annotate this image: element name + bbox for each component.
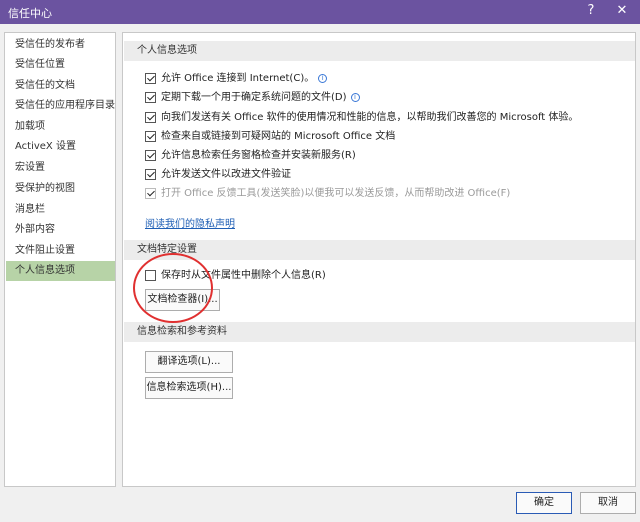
sidebar-item-privacy-options[interactable]: 个人信息选项	[6, 261, 115, 281]
info-icon[interactable]: i	[350, 93, 360, 102]
document-settings-heading: 文档特定设置	[124, 240, 635, 260]
ok-button[interactable]: 确定	[516, 492, 572, 514]
checkbox[interactable]	[145, 73, 156, 84]
checkbox[interactable]	[145, 112, 156, 123]
option-label: 向我们发送有关 Office 软件的使用情况和性能的信息，以帮助我们改善您的 M…	[161, 112, 579, 123]
help-icon[interactable]: ?	[583, 3, 599, 19]
checkbox	[145, 188, 156, 199]
sidebar: 受信任的发布者 受信任位置 受信任的文档 受信任的应用程序目录 加载项 Acti…	[4, 32, 116, 487]
checkbox[interactable]	[145, 131, 156, 142]
privacy-statement-link[interactable]: 阅读我们的隐私声明	[145, 215, 235, 230]
checkbox[interactable]	[145, 150, 156, 161]
main-panel: 个人信息选项 允许 Office 连接到 Internet(C)。 i 定期下载一…	[122, 32, 636, 487]
info-icon[interactable]: i	[318, 74, 328, 83]
translation-options-button[interactable]: 翻译选项(L)...	[145, 351, 233, 373]
sidebar-item-trusted-app-catalogs[interactable]: 受信任的应用程序目录	[6, 96, 115, 116]
trust-center-dialog: 信任中心 ? ✕ 受信任的发布者 受信任位置 受信任的文档 受信任的应用程序目录…	[0, 0, 640, 522]
window-title: 信任中心	[8, 7, 52, 20]
sidebar-item-external-content[interactable]: 外部内容	[6, 220, 115, 240]
privacy-section-heading: 个人信息选项	[124, 41, 635, 61]
sidebar-item-add-ins[interactable]: 加载项	[6, 117, 115, 137]
sidebar-item-trusted-locations[interactable]: 受信任位置	[6, 55, 115, 75]
option-label: 允许信息检索任务窗格检查并安装新服务(R)	[161, 150, 356, 161]
sidebar-item-trusted-documents[interactable]: 受信任的文档	[6, 76, 115, 96]
option-label: 打开 Office 反馈工具(发送笑脸)以便我可以发送反馈，从而帮助改进 Off…	[161, 188, 511, 199]
option-label: 定期下载一个用于确定系统问题的文件(D)	[161, 92, 347, 103]
cancel-button[interactable]: 取消	[580, 492, 636, 514]
option-label: 检查来自或链接到可疑网站的 Microsoft Office 文档	[161, 131, 396, 142]
checkbox[interactable]	[145, 92, 156, 103]
option-label: 允许发送文件以改进文件验证	[161, 169, 291, 180]
sidebar-item-macro-settings[interactable]: 宏设置	[6, 158, 115, 178]
research-section-heading: 信息检索和参考资料	[124, 322, 635, 342]
sidebar-item-file-block[interactable]: 文件阻止设置	[6, 241, 115, 261]
sidebar-item-trusted-publishers[interactable]: 受信任的发布者	[6, 35, 115, 55]
research-options-button[interactable]: 信息检索选项(H)...	[145, 377, 233, 399]
option-label: 允许 Office 连接到 Internet(C)。	[161, 73, 315, 84]
sidebar-item-protected-view[interactable]: 受保护的视图	[6, 179, 115, 199]
checkbox[interactable]	[145, 169, 156, 180]
sidebar-item-activex[interactable]: ActiveX 设置	[6, 137, 115, 157]
highlight-circle	[133, 253, 213, 323]
close-icon[interactable]: ✕	[614, 3, 630, 19]
title-bar: 信任中心 ? ✕	[0, 0, 640, 24]
sidebar-item-message-bar[interactable]: 消息栏	[6, 200, 115, 220]
